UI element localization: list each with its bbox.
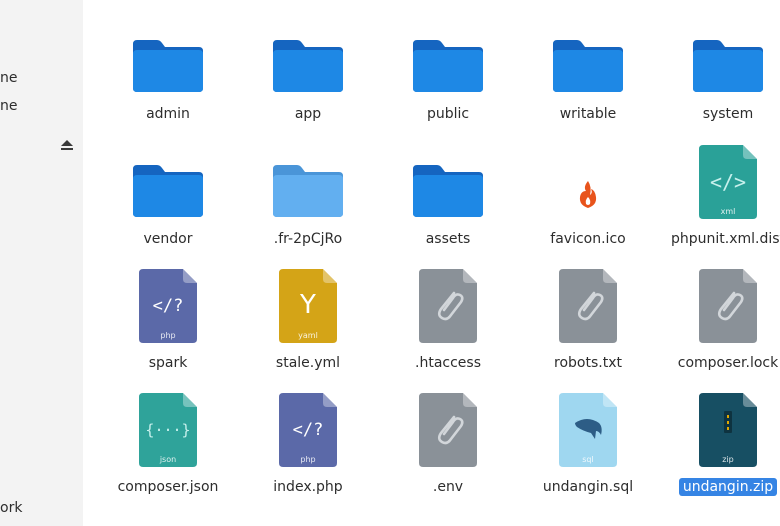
file-name-label: system [658, 106, 780, 122]
sql-file-icon: sql [518, 393, 658, 467]
file-name-text: .htaccess [415, 355, 481, 371]
svg-text:</?: </? [153, 296, 184, 316]
file-name-label: favicon.ico [518, 231, 658, 247]
yaml-file-icon: Y yaml [238, 269, 378, 343]
file-item-system[interactable]: system [658, 10, 780, 134]
file-name-text: index.php [273, 479, 343, 495]
file-item-undangin-sql[interactable]: sql undangin.sql [518, 383, 658, 507]
file-name-text: composer.json [117, 479, 219, 495]
places-sidebar: ne ne ork [0, 0, 83, 526]
file-item-fr-2pcjro[interactable]: .fr-2pCjRo [238, 135, 378, 259]
sidebar-item-label[interactable]: ork [0, 500, 22, 516]
file-item-spark[interactable]: </? php spark [98, 259, 238, 383]
svg-text:xml: xml [721, 207, 736, 216]
svg-text:Y: Y [299, 290, 316, 320]
file-name-text: writable [559, 106, 617, 122]
file-name-label: index.php [238, 479, 378, 495]
file-name-text: phpunit.xml.dist [670, 231, 780, 247]
folder-icon [98, 145, 238, 219]
folder-icon [378, 20, 518, 94]
file-item-assets[interactable]: assets [378, 135, 518, 259]
file-name-label: stale.yml [238, 355, 378, 371]
file-item-composer-json[interactable]: {···} json composer.json [98, 383, 238, 507]
file-name-label: spark [98, 355, 238, 371]
file-name-label: app [238, 106, 378, 122]
svg-text:yaml: yaml [298, 331, 318, 340]
file-name-text: .fr-2pCjRo [273, 231, 343, 247]
generic-file-icon [518, 269, 658, 343]
file-name-text: admin [146, 106, 190, 122]
svg-text:zip: zip [722, 455, 734, 464]
svg-text:</>: </> [710, 170, 746, 194]
folder-icon [238, 145, 378, 219]
svg-text:</?: </? [293, 420, 324, 440]
file-item-undangin-zip[interactable]: zip undangin.zip [658, 383, 780, 507]
folder-icon [658, 20, 780, 94]
file-name-label: writable [518, 106, 658, 122]
folder-icon [378, 145, 518, 219]
file-name-label: .env [378, 479, 518, 495]
zip-file-icon: zip [658, 393, 780, 467]
eject-icon[interactable] [60, 138, 74, 152]
file-name-label: undangin.sql [518, 479, 658, 495]
file-item-phpunit-xml-dist[interactable]: </> xml phpunit.xml.dist [658, 135, 780, 259]
file-name-label: admin [98, 106, 238, 122]
file-item-admin[interactable]: admin [98, 10, 238, 134]
php-file-icon: </? php [238, 393, 378, 467]
file-name-text: composer.lock [677, 355, 779, 371]
file-name-text: undangin.sql [542, 479, 634, 495]
generic-file-icon [658, 269, 780, 343]
file-name-text: public [426, 106, 470, 122]
file-name-text: assets [425, 231, 471, 247]
file-name-label: undangin.zip [658, 478, 780, 496]
json-file-icon: {···} json [98, 393, 238, 467]
file-name-label: assets [378, 231, 518, 247]
file-item-env[interactable]: .env [378, 383, 518, 507]
generic-file-icon [378, 269, 518, 343]
sidebar-item-label[interactable]: ne [0, 70, 18, 86]
file-name-label: phpunit.xml.dist [658, 231, 780, 247]
file-name-label: composer.lock [658, 355, 780, 371]
svg-text:php: php [300, 455, 315, 464]
folder-icon [238, 20, 378, 94]
folder-icon [98, 20, 238, 94]
php-file-icon: </? php [98, 269, 238, 343]
file-name-text: .env [432, 479, 464, 495]
xml-file-icon: </> xml [658, 145, 780, 219]
file-name-label: composer.json [98, 479, 238, 495]
generic-file-icon [378, 393, 518, 467]
file-name-label: public [378, 106, 518, 122]
file-item-favicon-ico[interactable]: favicon.ico [518, 135, 658, 259]
svg-text:{···}: {···} [145, 421, 190, 439]
file-name-text: spark [148, 355, 188, 371]
file-grid-view: admin app public writable system vendor … [83, 0, 780, 526]
file-item-index-php[interactable]: </? php index.php [238, 383, 378, 507]
file-item-stale-yml[interactable]: Y yaml stale.yml [238, 259, 378, 383]
codeigniter-file-icon [518, 145, 658, 219]
file-name-text: stale.yml [275, 355, 341, 371]
svg-text:php: php [160, 331, 175, 340]
file-name-label: .fr-2pCjRo [238, 231, 378, 247]
file-name-text: system [702, 106, 754, 122]
file-item-public[interactable]: public [378, 10, 518, 134]
file-name-text: favicon.ico [550, 231, 626, 247]
file-name-label: .htaccess [378, 355, 518, 371]
file-name-label: vendor [98, 231, 238, 247]
file-item-app[interactable]: app [238, 10, 378, 134]
sidebar-item-label[interactable]: ne [0, 98, 18, 114]
file-item-htaccess[interactable]: .htaccess [378, 259, 518, 383]
file-item-robots-txt[interactable]: robots.txt [518, 259, 658, 383]
file-name-text: robots.txt [554, 355, 622, 371]
svg-text:sql: sql [582, 455, 593, 464]
file-name-text: undangin.zip [678, 478, 778, 496]
file-item-vendor[interactable]: vendor [98, 135, 238, 259]
folder-icon [518, 20, 658, 94]
svg-text:json: json [159, 455, 176, 464]
file-name-text: vendor [143, 231, 193, 247]
file-item-composer-lock[interactable]: composer.lock [658, 259, 780, 383]
file-name-text: app [294, 106, 322, 122]
file-name-label: robots.txt [518, 355, 658, 371]
file-item-writable[interactable]: writable [518, 10, 658, 134]
